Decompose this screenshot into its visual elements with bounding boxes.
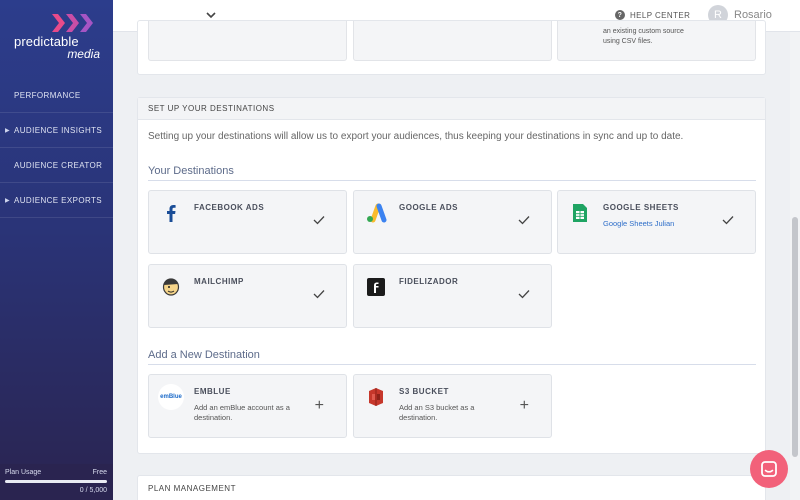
logo-chevrons-icon bbox=[52, 14, 93, 32]
chat-launcher-button[interactable] bbox=[750, 450, 788, 488]
destination-name: GOOGLE ADS bbox=[399, 203, 458, 212]
sidebar-nav: PERFORMANCE ▶ AUDIENCE INSIGHTS AUDIENCE… bbox=[0, 78, 113, 218]
s3-bucket-icon bbox=[365, 386, 387, 408]
destinations-header: SET UP YOUR DESTINATIONS bbox=[138, 98, 765, 120]
sidebar-item-audience-creator[interactable]: AUDIENCE CREATOR bbox=[0, 148, 113, 183]
destination-description: Add an emBlue account as a destination. bbox=[194, 403, 290, 422]
sidebar-item-label: AUDIENCE EXPORTS bbox=[14, 195, 103, 205]
destination-name: MAILCHIMP bbox=[194, 277, 244, 286]
destination-name: EMBLUE bbox=[194, 387, 231, 396]
plan-management-header: PLAN MANAGEMENT bbox=[148, 484, 236, 493]
plan-management-card: PLAN MANAGEMENT bbox=[137, 475, 766, 500]
source-tile-description: an existing custom source using CSV file… bbox=[603, 28, 684, 45]
facebook-icon bbox=[160, 202, 182, 224]
check-icon bbox=[722, 216, 734, 225]
check-icon bbox=[518, 216, 530, 225]
destination-name: S3 BUCKET bbox=[399, 387, 449, 396]
sources-card: an existing custom source using CSV file… bbox=[137, 20, 766, 75]
destination-name: FACEBOOK ADS bbox=[194, 203, 265, 212]
destination-tile-google-ads[interactable]: GOOGLE ADS bbox=[353, 190, 552, 254]
destination-description: Add an S3 bucket as a destination. bbox=[399, 403, 475, 422]
caret-right-icon: ▶ bbox=[5, 128, 11, 134]
source-tile[interactable] bbox=[353, 21, 552, 61]
chat-icon bbox=[761, 461, 777, 477]
mailchimp-icon bbox=[160, 276, 182, 298]
destination-tile-s3-bucket[interactable]: S3 BUCKET Add an S3 bucket as a destinat… bbox=[353, 374, 552, 438]
check-icon bbox=[313, 290, 325, 299]
plan-usage-count: 0 / 5,000 bbox=[79, 487, 107, 494]
brand-logo[interactable]: predictable media bbox=[14, 12, 104, 61]
destinations-card: SET UP YOUR DESTINATIONS Setting up your… bbox=[137, 97, 766, 454]
plan-tier: Free bbox=[92, 469, 107, 476]
destination-tile-emblue[interactable]: emBlue EMBLUE Add an emBlue account as a… bbox=[148, 374, 347, 438]
destination-name: FIDELIZADOR bbox=[399, 277, 459, 286]
source-tile[interactable] bbox=[148, 21, 347, 61]
caret-right-icon: ▶ bbox=[5, 198, 11, 204]
help-center-link[interactable]: ? HELP CENTER bbox=[615, 10, 690, 20]
check-icon bbox=[313, 216, 325, 225]
sidebar-item-label: AUDIENCE INSIGHTS bbox=[14, 125, 103, 135]
help-center-label: HELP CENTER bbox=[630, 10, 691, 20]
google-sheets-icon bbox=[569, 202, 591, 224]
add-icon[interactable]: + bbox=[315, 398, 324, 414]
fidelizador-icon bbox=[365, 276, 387, 298]
destination-name: GOOGLE SHEETS bbox=[603, 203, 679, 212]
sidebar-item-audience-exports[interactable]: ▶ AUDIENCE EXPORTS bbox=[0, 183, 113, 218]
destinations-intro: Setting up your destinations will allow … bbox=[148, 131, 684, 142]
source-tile-custom[interactable]: an existing custom source using CSV file… bbox=[557, 21, 756, 61]
scrollbar[interactable] bbox=[790, 32, 800, 500]
add-icon[interactable]: + bbox=[520, 398, 529, 414]
destination-tile-mailchimp[interactable]: MAILCHIMP bbox=[148, 264, 347, 328]
plan-usage-bar bbox=[5, 480, 107, 483]
google-ads-icon bbox=[365, 202, 387, 224]
add-destination-title: Add a New Destination bbox=[148, 349, 260, 361]
help-icon: ? bbox=[615, 10, 625, 20]
destination-tile-google-sheets[interactable]: GOOGLE SHEETS Google Sheets Julian bbox=[557, 190, 756, 254]
plan-usage: Plan Usage Free 0 / 5,000 bbox=[0, 464, 113, 500]
divider bbox=[148, 180, 756, 181]
destination-tile-facebook-ads[interactable]: FACEBOOK ADS bbox=[148, 190, 347, 254]
destination-tile-fidelizador[interactable]: FIDELIZADOR bbox=[353, 264, 552, 328]
check-icon bbox=[518, 290, 530, 299]
sidebar-item-audience-insights[interactable]: ▶ AUDIENCE INSIGHTS bbox=[0, 113, 113, 148]
brand-name-line2: media bbox=[67, 47, 100, 61]
sidebar-item-performance[interactable]: PERFORMANCE bbox=[0, 78, 113, 113]
your-destinations-title: Your Destinations bbox=[148, 165, 234, 177]
divider bbox=[148, 364, 756, 365]
sidebar-item-label: AUDIENCE CREATOR bbox=[14, 160, 103, 170]
sidebar: predictable media PERFORMANCE ▶ AUDIENCE… bbox=[0, 0, 113, 500]
plan-usage-label: Plan Usage bbox=[5, 469, 42, 476]
destination-account-link[interactable]: Google Sheets Julian bbox=[603, 219, 674, 228]
sidebar-item-label: PERFORMANCE bbox=[14, 90, 81, 100]
scrollbar-thumb[interactable] bbox=[792, 217, 798, 457]
emblue-icon: emBlue bbox=[158, 384, 184, 410]
